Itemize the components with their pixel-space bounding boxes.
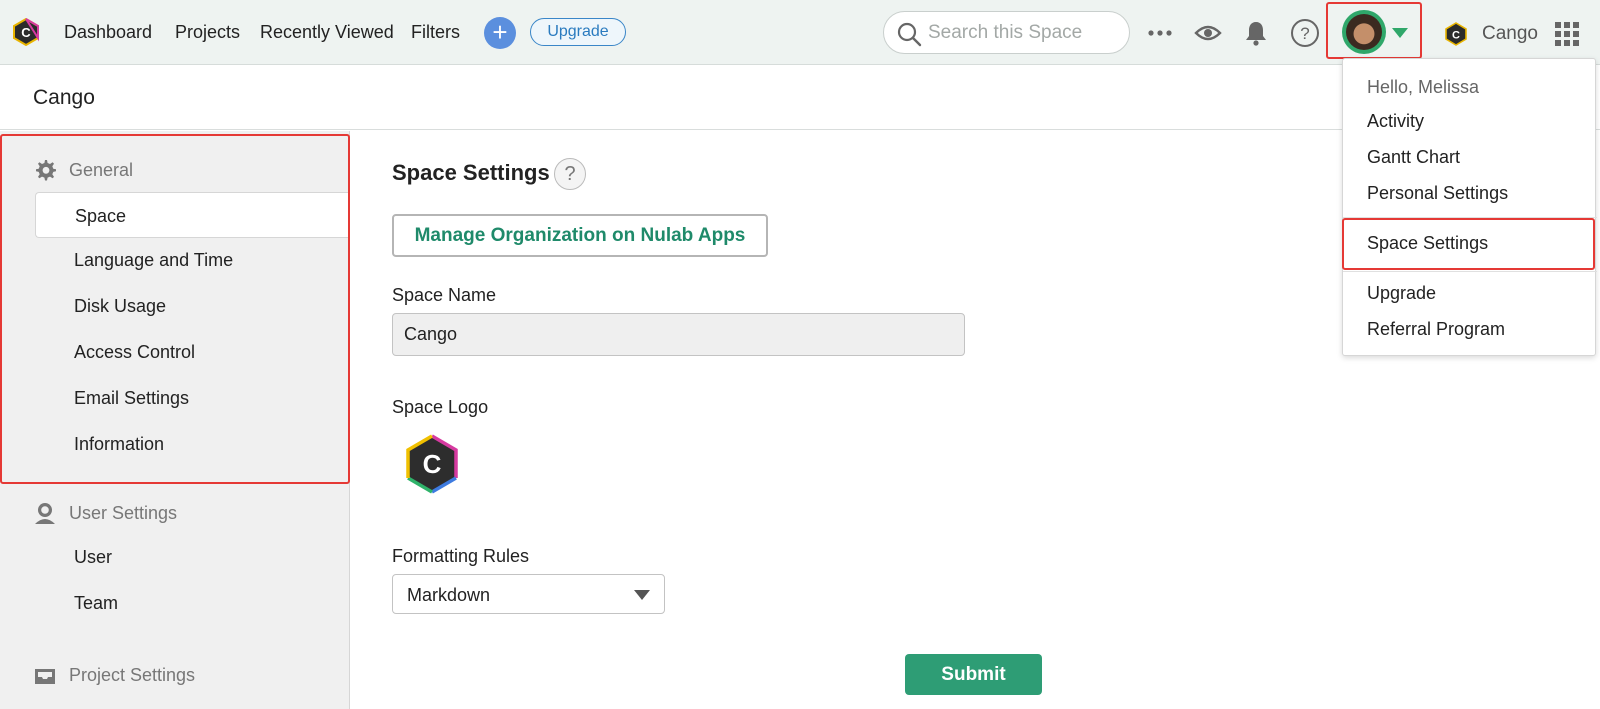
sidebar-item-disk-usage[interactable]: Disk Usage: [35, 283, 350, 329]
sidebar-item-information[interactable]: Information: [35, 421, 350, 467]
sidebar-item-access-control[interactable]: Access Control: [35, 329, 350, 375]
user-icon: [35, 503, 55, 524]
menu-item-upgrade[interactable]: Upgrade: [1367, 283, 1436, 304]
submit-button[interactable]: Submit: [905, 654, 1042, 695]
add-button[interactable]: +: [484, 17, 516, 49]
sidebar-item-team[interactable]: Team: [35, 580, 350, 626]
section-label: Project Settings: [69, 665, 196, 685]
item-label: Language and Time: [74, 250, 234, 270]
item-label: Information: [74, 434, 165, 454]
nav-recently-viewed[interactable]: Recently Viewed: [260, 22, 394, 43]
item-label: Disk Usage: [74, 296, 167, 316]
space-name-label: Cango: [1482, 23, 1538, 44]
cango-space-icon: C: [1445, 22, 1467, 46]
nav-projects[interactable]: Projects: [175, 22, 240, 43]
menu-divider: [1343, 271, 1597, 272]
menu-item-gantt-chart[interactable]: Gantt Chart: [1367, 147, 1460, 168]
cango-logo-icon[interactable]: C: [12, 18, 40, 46]
menu-item-personal-settings[interactable]: Personal Settings: [1367, 183, 1508, 204]
avatar: [1342, 10, 1386, 54]
inbox-icon: [35, 669, 55, 684]
nav-dashboard[interactable]: Dashboard: [64, 22, 152, 43]
user-dropdown-menu: Hello, Melissa Activity Gantt Chart Pers…: [1342, 58, 1597, 356]
svg-text:C: C: [21, 25, 31, 40]
search-icon: [897, 22, 922, 47]
chevron-down-icon: [634, 590, 650, 600]
nav-filters[interactable]: Filters: [411, 22, 460, 43]
gear-icon: [36, 160, 56, 181]
top-navigation-bar: C Dashboard Projects Recently Viewed Fil…: [0, 0, 1600, 65]
settings-sidebar: General Space Language and Time Disk Usa…: [0, 131, 350, 709]
svg-text:C: C: [1452, 30, 1460, 42]
search-box: [883, 11, 1130, 54]
item-label: Email Settings: [74, 388, 190, 408]
item-label: Team: [74, 593, 119, 613]
formatting-rules-label: Formatting Rules: [392, 546, 530, 566]
space-logo-icon[interactable]: C: [404, 434, 460, 494]
selected-value: Markdown: [407, 585, 491, 605]
svg-text:C: C: [423, 449, 442, 479]
item-label: Access Control: [74, 342, 196, 362]
more-icon[interactable]: [1146, 19, 1174, 47]
menu-item-space-settings[interactable]: Space Settings: [1367, 233, 1488, 254]
upgrade-button[interactable]: Upgrade: [530, 18, 626, 46]
manage-organization-button[interactable]: Manage Organization on Nulab Apps: [392, 214, 768, 257]
section-label: General: [69, 160, 134, 180]
help-icon[interactable]: ?: [1290, 18, 1320, 48]
menu-divider: [1343, 217, 1597, 218]
sidebar-item-language-and-time[interactable]: Language and Time: [35, 237, 350, 283]
svg-text:?: ?: [1300, 24, 1309, 43]
apps-grid-icon[interactable]: [1555, 22, 1579, 46]
item-label: Space: [75, 206, 127, 226]
bell-icon[interactable]: [1242, 19, 1270, 47]
sidebar-item-space[interactable]: Space: [35, 192, 350, 238]
space-name-field[interactable]: [392, 313, 965, 356]
search-input[interactable]: [928, 20, 1118, 46]
main-title: Space Settings: [392, 160, 550, 185]
sidebar-item-email-settings[interactable]: Email Settings: [35, 375, 350, 421]
section-label: User Settings: [69, 503, 178, 523]
item-label: User: [74, 547, 113, 567]
page-title: Cango: [33, 86, 95, 109]
menu-item-referral-program[interactable]: Referral Program: [1367, 319, 1505, 340]
watch-eye-icon[interactable]: [1194, 19, 1222, 47]
chevron-down-icon: [1392, 28, 1408, 38]
space-name-label: Space Name: [392, 285, 497, 305]
menu-item-activity[interactable]: Activity: [1367, 111, 1424, 132]
help-icon[interactable]: ?: [554, 158, 586, 190]
formatting-rules-select[interactable]: Markdown: [392, 574, 665, 614]
user-menu-toggle[interactable]: [1326, 2, 1422, 59]
greeting: Hello, Melissa: [1367, 77, 1480, 97]
sidebar-item-user[interactable]: User: [35, 534, 350, 580]
space-logo-label: Space Logo: [392, 397, 489, 417]
